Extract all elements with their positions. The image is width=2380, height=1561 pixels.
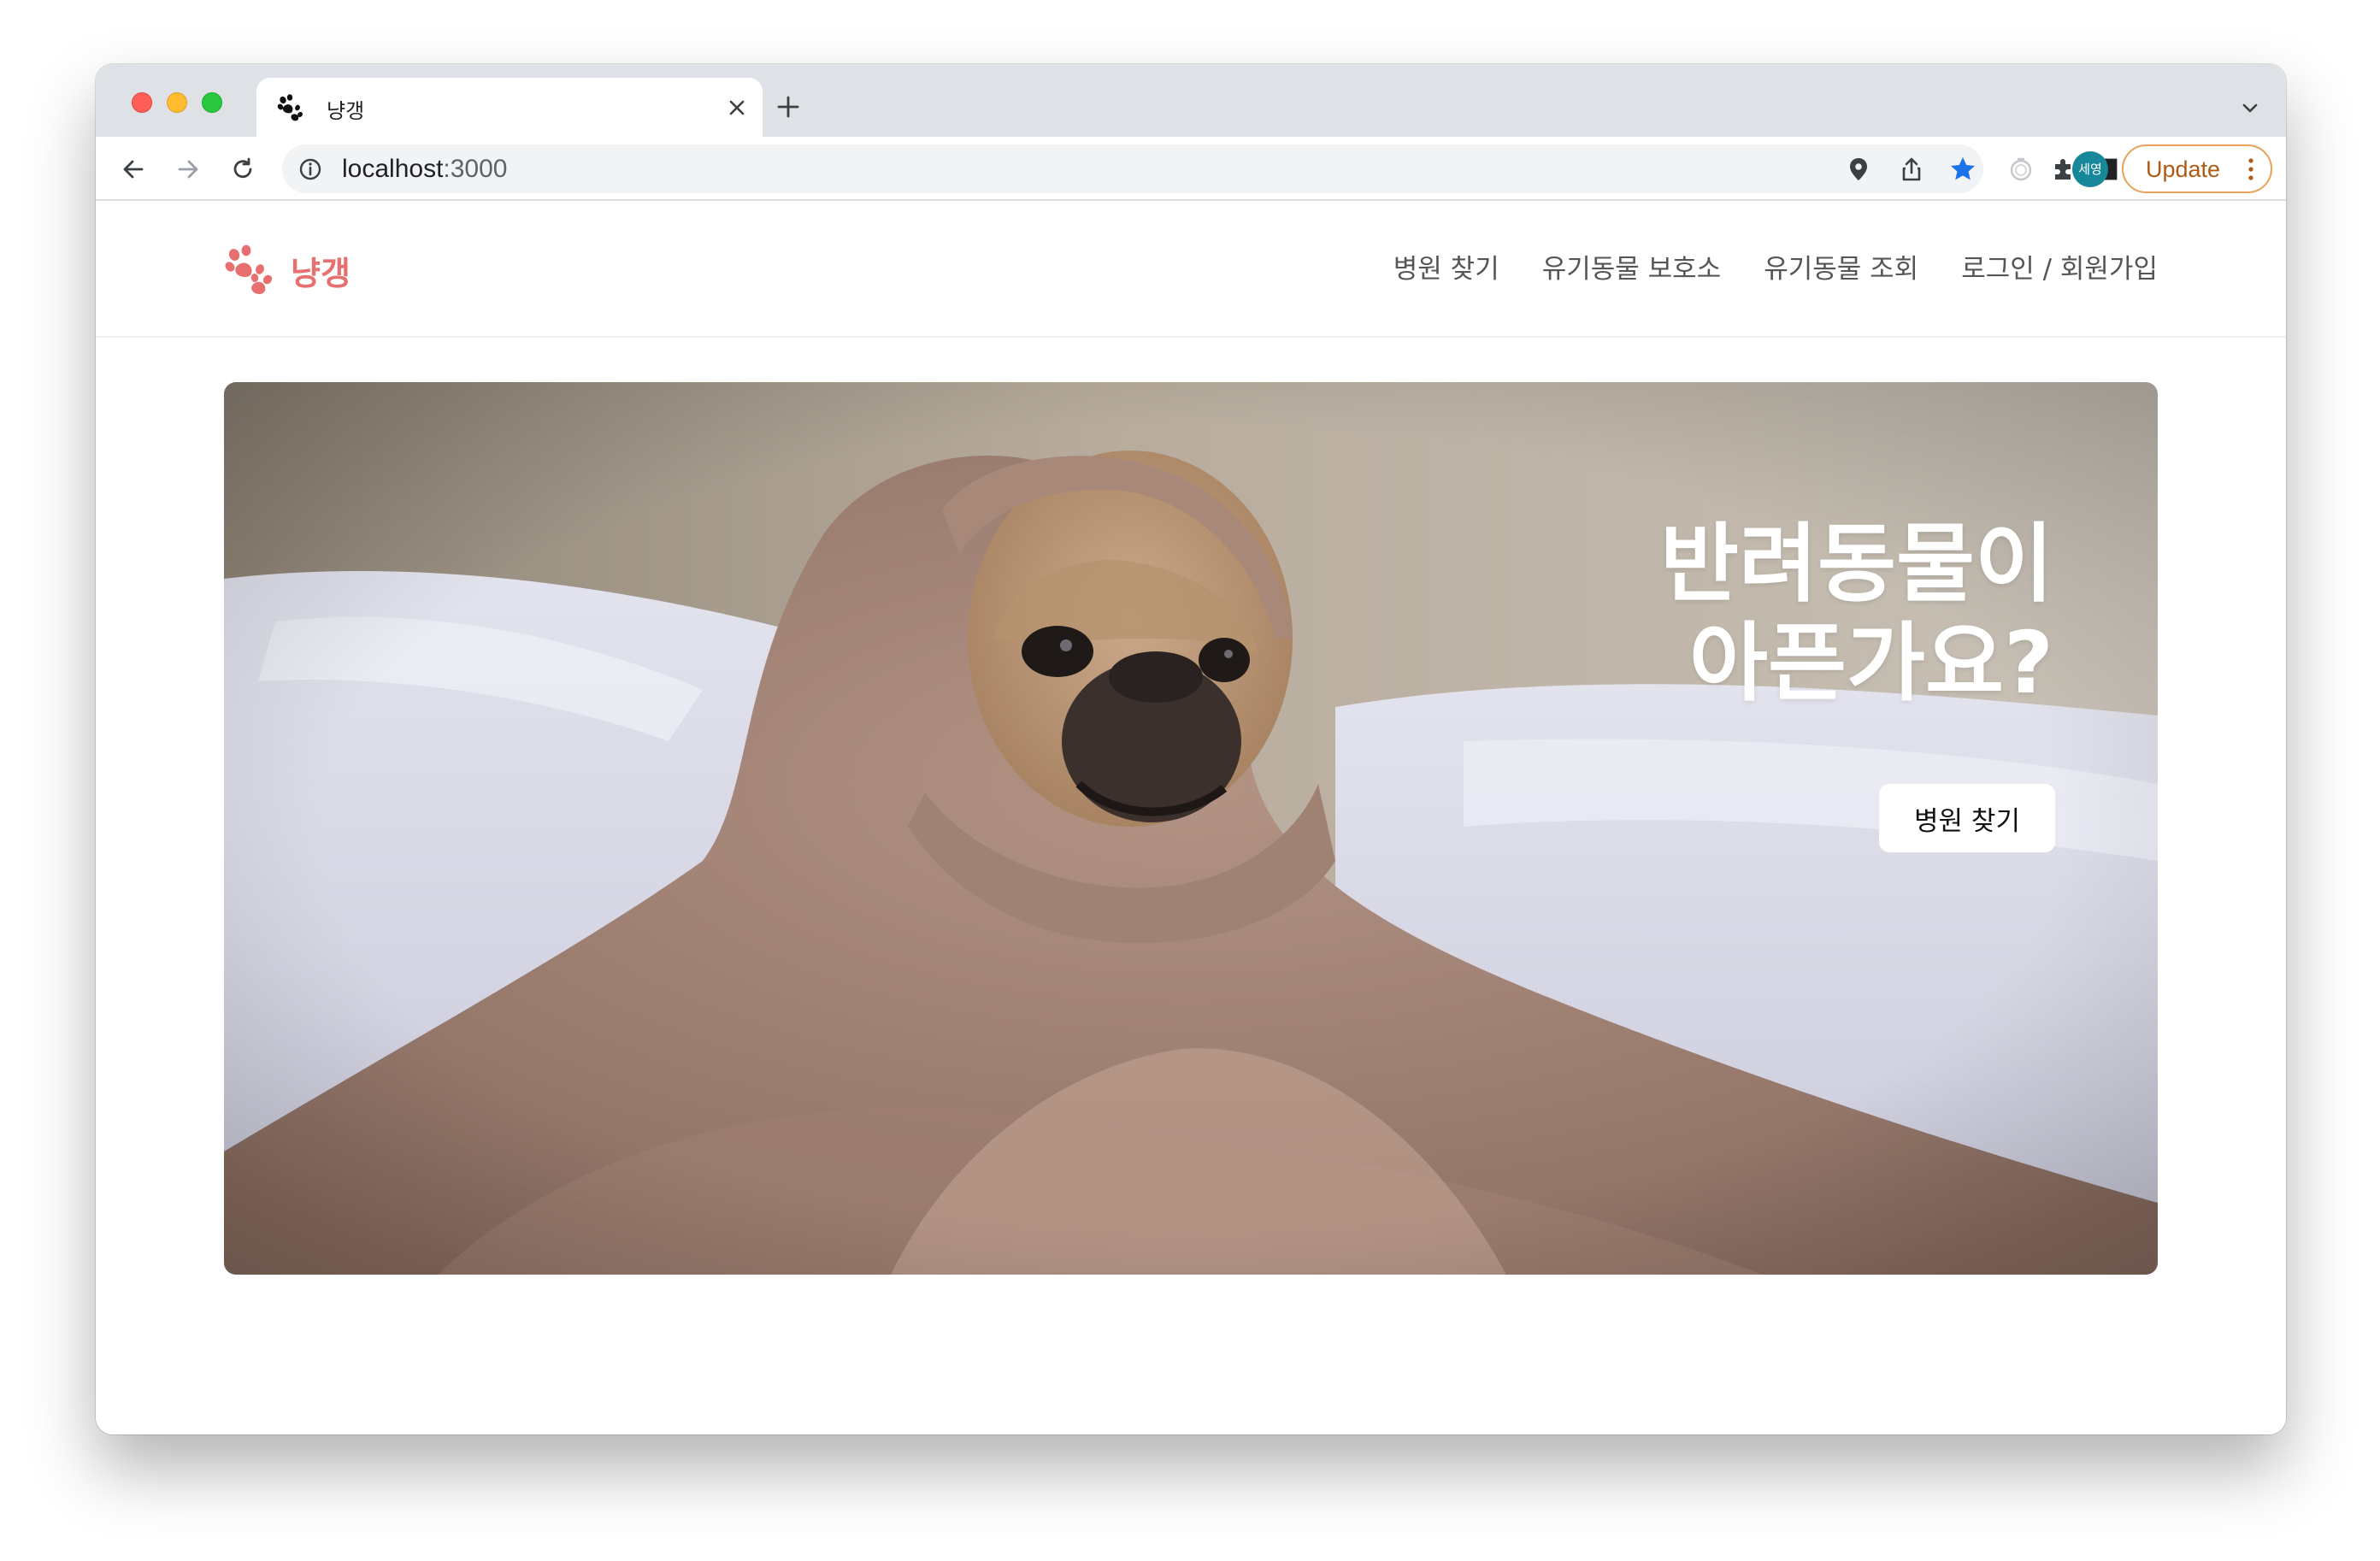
extension-timer-icon[interactable]	[2004, 152, 2038, 186]
site-header: 냥갱 병원 찾기 유기동물 보호소 유기동물 조회 로그인 / 회원가입	[96, 201, 2286, 338]
tab-title: 냥갱	[327, 99, 365, 123]
profile-avatar[interactable]: 세영	[2072, 151, 2108, 187]
paw-logo-icon	[225, 244, 273, 295]
back-arrow-icon[interactable]	[116, 152, 150, 186]
update-button[interactable]: Update	[2122, 144, 2272, 193]
tab-strip: 냥갱	[96, 64, 2286, 137]
hero-find-hospital-button[interactable]: 병원 찾기	[1879, 784, 2055, 852]
hero-title: 반려동물이 아픈가요?	[1660, 515, 2053, 713]
share-icon[interactable]	[1896, 154, 1927, 185]
nav-item-find-hospital[interactable]: 병원 찾기	[1393, 247, 1499, 286]
site-info-icon[interactable]	[298, 156, 323, 182]
nav-item-search-animals[interactable]: 유기동물 조회	[1764, 247, 1918, 286]
new-tab-plus-icon[interactable]	[773, 91, 804, 122]
nav-item-animal-shelter[interactable]: 유기동물 보호소	[1542, 247, 1722, 286]
tab-search-chevron-icon[interactable]	[2238, 97, 2262, 121]
browser-toolbar: localhost:3000 세영 Update	[96, 137, 2286, 201]
browser-window: 냥갱 localhost:3000 세영 Update 냥갱 병원 찾기 유기동…	[96, 64, 2286, 1434]
address-bar[interactable]: localhost:3000	[282, 144, 1983, 193]
web-page: 냥갱 병원 찾기 유기동물 보호소 유기동물 조회 로그인 / 회원가입 반려동…	[96, 201, 2286, 1434]
hero-title-line2: 아픈가요?	[1688, 613, 2053, 713]
location-pin-icon[interactable]	[1843, 154, 1874, 185]
minimize-window-button[interactable]	[167, 92, 187, 113]
bookmark-star-icon[interactable]	[1947, 154, 1978, 185]
forward-arrow-icon[interactable]	[171, 152, 205, 186]
more-menu-dots-icon	[2248, 158, 2253, 180]
close-tab-icon[interactable]	[723, 94, 751, 121]
maximize-window-button[interactable]	[202, 92, 222, 113]
url-text[interactable]: localhost:3000	[342, 155, 507, 184]
site-logo[interactable]: 냥갱	[222, 240, 351, 300]
close-window-button[interactable]	[132, 92, 152, 113]
reload-icon[interactable]	[226, 152, 260, 186]
browser-tab-active[interactable]: 냥갱	[256, 78, 763, 137]
update-label: Update	[2146, 156, 2221, 182]
hero-title-line1: 반려동물이	[1660, 514, 2053, 614]
nav-item-login-signup[interactable]: 로그인 / 회원가입	[1961, 247, 2158, 286]
main-nav: 병원 찾기 유기동물 보호소 유기동물 조회 로그인 / 회원가입	[1393, 247, 2158, 286]
paw-icon	[277, 94, 303, 121]
hero-banner: 반려동물이 아픈가요? 병원 찾기	[224, 382, 2158, 1275]
logo-text: 냥갱	[291, 254, 351, 292]
